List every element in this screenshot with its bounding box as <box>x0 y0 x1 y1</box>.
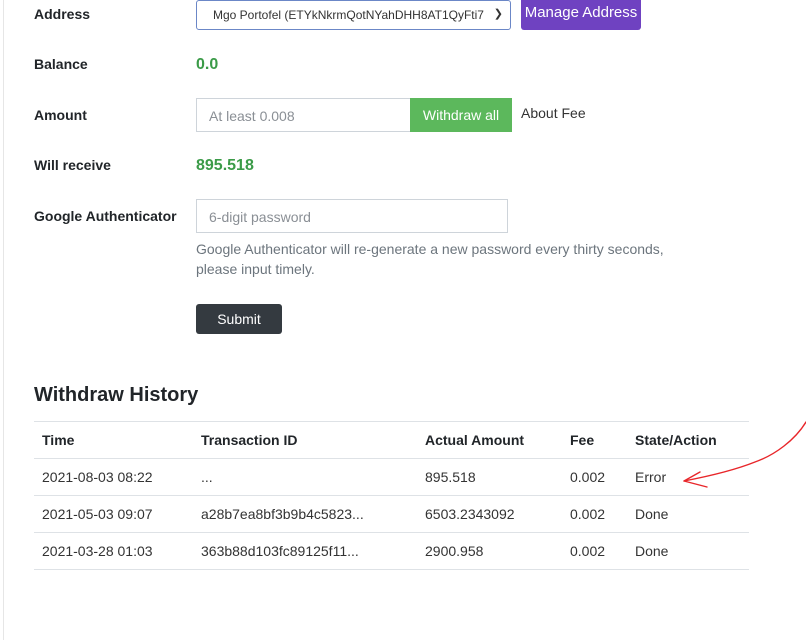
will-receive-value: 895.518 <box>196 157 254 174</box>
cell-time: 2021-08-03 08:22 <box>34 458 193 496</box>
balance-label: Balance <box>34 56 88 72</box>
cell-transaction-id[interactable]: a28b7ea8bf3b9b4c5823... <box>193 495 417 533</box>
address-label: Address <box>34 6 91 22</box>
column-header-fee: Fee <box>562 421 627 459</box>
balance-value: 0.0 <box>196 56 219 73</box>
cell-time: 2021-05-03 09:07 <box>34 495 193 533</box>
address-select-value: Mgo Portofel (ETYkNkrmQotNYahDHH8AT1QyFt… <box>213 8 484 22</box>
submit-button[interactable]: Submit <box>196 304 282 334</box>
amount-label: Amount <box>34 107 87 123</box>
ga-help-text: Google Authenticator will re-generate a … <box>196 241 664 277</box>
table-header-row: Time Transaction ID Actual Amount Fee St… <box>34 421 749 459</box>
google-authenticator-label: Google Authenticator <box>34 208 177 224</box>
page-left-border <box>3 0 4 640</box>
column-header-transaction-id: Transaction ID <box>193 421 417 459</box>
cell-fee: 0.002 <box>562 458 627 496</box>
ga-code-input[interactable]: 6-digit password <box>196 199 508 233</box>
cell-fee: 0.002 <box>562 532 627 570</box>
amount-input[interactable]: At least 0.008 <box>196 98 411 132</box>
cell-state-action: Done <box>627 532 749 570</box>
address-select[interactable]: Mgo Portofel (ETYkNkrmQotNYahDHH8AT1QyFt… <box>196 0 511 30</box>
column-header-actual-amount: Actual Amount <box>417 421 562 459</box>
cell-actual-amount: 895.518 <box>417 458 562 496</box>
withdraw-all-button[interactable]: Withdraw all <box>410 98 512 132</box>
cell-transaction-id: ... <box>193 458 417 496</box>
withdraw-history-title: Withdraw History <box>34 384 199 406</box>
cell-state-action: Done <box>627 495 749 533</box>
table-row: 2021-05-03 09:07 a28b7ea8bf3b9b4c5823...… <box>34 495 749 533</box>
will-receive-label: Will receive <box>34 157 111 173</box>
cell-time: 2021-03-28 01:03 <box>34 532 193 570</box>
cell-state-action: Error <box>627 458 749 496</box>
column-header-state-action: State/Action <box>627 421 749 459</box>
cell-actual-amount: 2900.958 <box>417 532 562 570</box>
cell-transaction-id[interactable]: 363b88d103fc89125f11... <box>193 532 417 570</box>
column-header-time: Time <box>34 421 193 459</box>
chevron-down-icon: ❯ <box>493 8 503 20</box>
table-row: 2021-03-28 01:03 363b88d103fc89125f11...… <box>34 532 749 570</box>
amount-placeholder: At least 0.008 <box>209 108 295 124</box>
ga-code-placeholder: 6-digit password <box>209 209 311 225</box>
about-fee-link[interactable]: About Fee <box>521 105 586 121</box>
cell-fee: 0.002 <box>562 495 627 533</box>
table-row: 2021-08-03 08:22 ... 895.518 0.002 Error <box>34 458 749 496</box>
withdraw-history-table: Time Transaction ID Actual Amount Fee St… <box>34 421 749 570</box>
manage-address-button[interactable]: Manage Address <box>521 0 641 30</box>
cell-actual-amount: 6503.2343092 <box>417 495 562 533</box>
